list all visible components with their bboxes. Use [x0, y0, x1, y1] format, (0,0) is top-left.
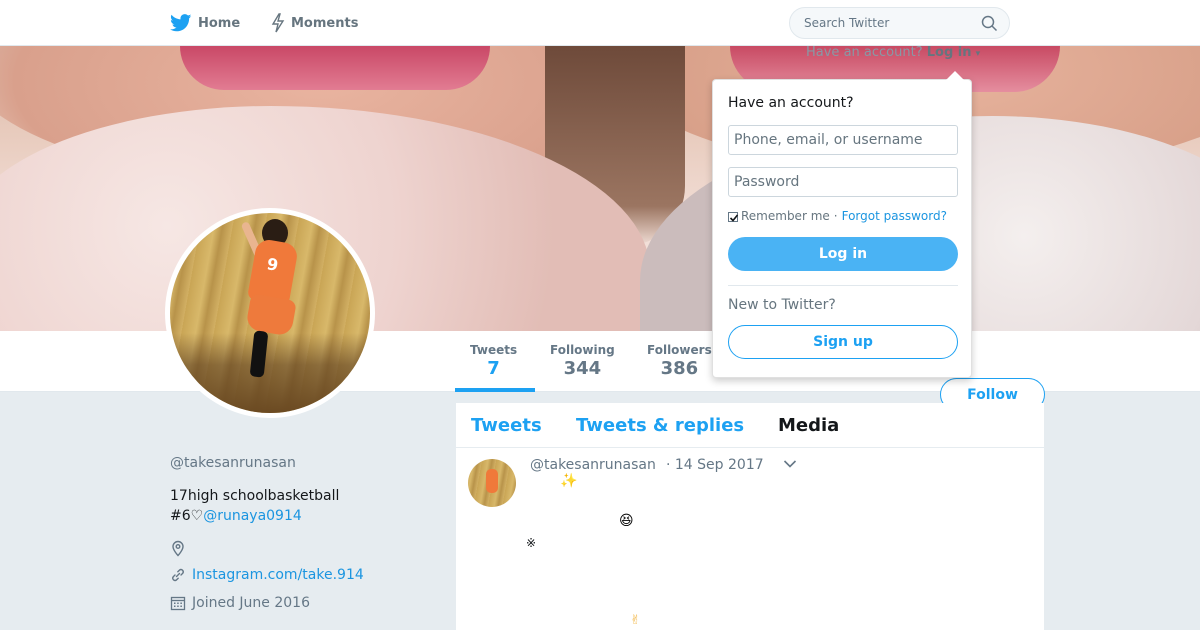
username-field[interactable] [728, 125, 958, 155]
tweet-handle[interactable]: @takesanrunasan [530, 457, 656, 473]
victory-hand-emoji: ✌ [630, 613, 641, 628]
password-field[interactable] [728, 167, 958, 197]
stat-followers-value: 386 [660, 358, 699, 379]
nav-moments-label: Moments [291, 15, 359, 31]
forgot-password-link[interactable]: Forgot password? [842, 209, 947, 223]
login-hint-prefix: Have an account? [806, 45, 923, 60]
bio-line-1: 17high schoolbasketball [170, 488, 340, 504]
laughing-emoji: 😆 [619, 513, 634, 529]
chevron-down-icon[interactable] [783, 459, 797, 469]
checkmark-icon [729, 214, 739, 222]
search-input[interactable] [802, 15, 972, 31]
bio-line-2: #6♡@runaya0914 [170, 506, 410, 526]
new-to-twitter-label: New to Twitter? [728, 297, 836, 313]
stat-following-value: 344 [563, 358, 602, 379]
signup-button[interactable]: Sign up [728, 325, 958, 359]
calendar-icon [170, 596, 186, 611]
sparkles-emoji: ✨ [560, 473, 578, 489]
login-hint: Have an account? Log in ▾ [806, 45, 980, 60]
tab-media[interactable]: Media [778, 415, 839, 436]
website-link[interactable]: Instagram.com/take.914 [192, 567, 364, 583]
joined-date: Joined June 2016 [192, 595, 310, 611]
profile-joined: Joined June 2016 [170, 595, 310, 611]
link-icon [172, 568, 184, 582]
location-icon [172, 540, 184, 557]
top-nav: Home Moments [0, 0, 1200, 46]
dropdown-caret [946, 71, 964, 80]
login-hint-action[interactable]: Log in [927, 45, 972, 60]
dropdown-title: Have an account? [728, 95, 854, 111]
remember-row: Remember me · Forgot password? [728, 209, 947, 223]
remember-checkbox[interactable] [728, 212, 739, 222]
stat-tweets-value: 7 [487, 358, 500, 379]
stat-followers[interactable]: Followers 386 [647, 343, 712, 379]
tweet-date[interactable]: · 14 Sep 2017 [666, 457, 764, 473]
stat-tweets[interactable]: Tweets 7 [470, 343, 517, 379]
caret-down-icon: ▾ [975, 49, 981, 59]
profile-website: Instagram.com/take.914 [170, 567, 364, 583]
nav-home[interactable]: Home [170, 0, 240, 46]
bio-mention-link[interactable]: @runaya0914 [203, 508, 302, 524]
login-button[interactable]: Log in [728, 237, 958, 271]
search-box [789, 7, 1010, 39]
profile-bio: 17high schoolbasketball #6♡@runaya0914 [170, 486, 410, 526]
stat-tweets-label: Tweets [470, 343, 518, 357]
nav-moments[interactable]: Moments [271, 0, 358, 46]
remember-label[interactable]: Remember me [741, 209, 830, 223]
nav-home-label: Home [198, 15, 241, 31]
bio-line-2-prefix: #6♡ [170, 508, 204, 524]
twitter-bird-icon [170, 14, 192, 32]
tab-tweets-replies[interactable]: Tweets & replies [576, 415, 744, 436]
tab-tweets[interactable]: Tweets [471, 415, 542, 436]
reference-mark: ※ [526, 536, 537, 550]
search-icon[interactable] [981, 15, 998, 32]
profile-location [170, 540, 192, 557]
timeline: Tweets Tweets & replies Media @takesanru… [456, 403, 1044, 630]
profile-avatar[interactable]: 9 [165, 208, 375, 418]
tweet-avatar[interactable] [468, 459, 516, 507]
avatar-image: 9 [170, 213, 370, 413]
active-tab-underline [455, 388, 535, 392]
timeline-tabs: Tweets Tweets & replies Media [456, 403, 1044, 448]
separator-dot: · [833, 209, 838, 223]
login-dropdown: Have an account? Remember me · Forgot pa… [712, 71, 972, 378]
stat-following[interactable]: Following 344 [550, 343, 615, 379]
lightning-icon [271, 13, 285, 33]
dropdown-divider [728, 285, 958, 286]
stat-following-label: Following [550, 343, 615, 357]
profile-handle[interactable]: @takesanrunasan [170, 455, 296, 471]
stat-followers-label: Followers [647, 343, 712, 357]
